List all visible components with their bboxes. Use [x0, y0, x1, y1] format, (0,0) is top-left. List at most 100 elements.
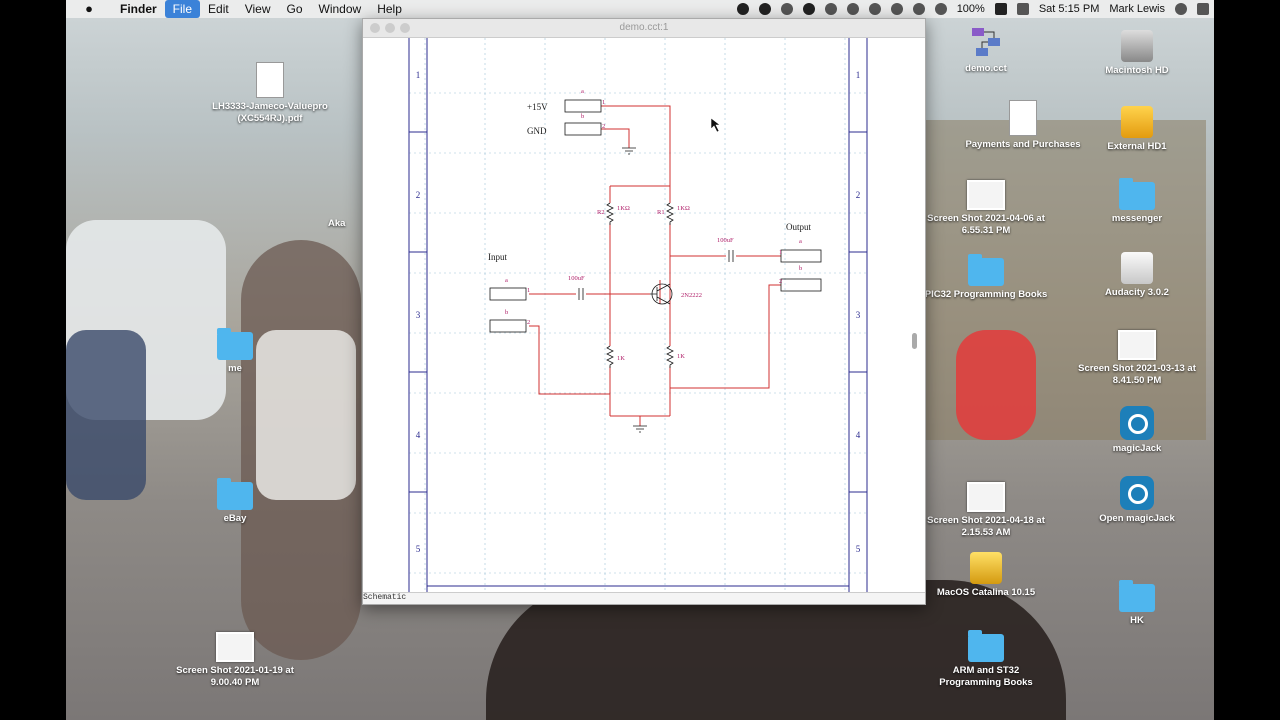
row-label-5-left: 5 — [416, 544, 421, 554]
screenshot-icon — [967, 180, 1005, 210]
desktop-icon-label: Screen Shot 2021-03-13 at 8.41.50 PM — [1078, 363, 1196, 386]
menu-finder[interactable]: Finder — [112, 0, 165, 18]
window-titlebar[interactable]: demo.cct:1 — [363, 19, 925, 38]
desktop-icon-label: ARM and ST32 Programming Books — [939, 665, 1033, 688]
screenshot-icon — [216, 632, 254, 662]
sheet-border — [408, 38, 868, 594]
menu-window[interactable]: Window — [311, 0, 370, 18]
ref-r2: R2 — [597, 209, 605, 216]
calendar-icon[interactable] — [1016, 3, 1029, 15]
apple-icon[interactable]: ● — [66, 0, 112, 18]
pin-label-b-input: b — [505, 309, 508, 316]
sheet-grid — [409, 38, 867, 594]
desktop-icon-label: Audacity 3.0.2 — [1105, 287, 1169, 298]
desktop-icon-screenshot-0418[interactable]: Screen Shot 2021-04-18 at 2.15.53 AM — [921, 482, 1051, 539]
schematic-window[interactable]: demo.cct:1 1 2 3 4 5 1 2 3 4 5 +15V GND … — [362, 18, 926, 605]
desktop-icon-macos-catalina[interactable]: MacOS Catalina 10.15 — [921, 552, 1051, 599]
pin-label-a-supply: a — [581, 88, 584, 95]
desktop-icon-hk[interactable]: HK — [1072, 580, 1202, 627]
desktop-icon-partial[interactable]: Aka — [328, 218, 358, 230]
desktop-icon-label: PIC32 Programming Books — [924, 289, 1048, 300]
desktop-icon-external-hd1[interactable]: External HD1 — [1072, 106, 1202, 153]
minimize-button[interactable] — [385, 23, 395, 33]
desktop-icon-arm-books[interactable]: ARM and ST32 Programming Books — [921, 630, 1051, 689]
desktop: ● Finder File Edit View Go Window Help 1… — [66, 0, 1214, 720]
schematic-canvas[interactable]: 1 2 3 4 5 1 2 3 4 5 +15V GND Input Outpu… — [363, 38, 918, 594]
label-input: Input — [488, 252, 507, 262]
rtf-document-icon — [1009, 100, 1037, 136]
pin-label-a-output: a — [799, 238, 802, 245]
battery-percent[interactable]: 100% — [957, 3, 985, 15]
time-machine-icon[interactable] — [846, 3, 859, 15]
folder-icon — [968, 630, 1004, 662]
desktop-icon-payments[interactable]: Payments and Purchases — [958, 100, 1088, 151]
bluetooth-icon[interactable] — [868, 3, 881, 15]
battery-icon[interactable] — [994, 3, 1007, 15]
installer-drive-icon — [970, 552, 1002, 584]
desktop-icon-demo-cct[interactable]: demo.cct — [921, 24, 1051, 75]
desktop-icon-pic32-books[interactable]: PIC32 Programming Books — [921, 254, 1051, 301]
pin-label-b-output: b — [799, 265, 802, 272]
m-app-icon[interactable] — [802, 3, 815, 15]
resistor-r1 — [666, 202, 674, 225]
menu-go[interactable]: Go — [279, 0, 311, 18]
desktop-icon-screenshot-0406[interactable]: Screen Shot 2021-04-06 at 6.55.31 PM — [921, 180, 1051, 237]
desktop-icon-macintosh-hd[interactable]: Macintosh HD — [1072, 30, 1202, 77]
pin-label-b-gnd: b — [581, 113, 584, 120]
spotlight-search-icon[interactable] — [1175, 3, 1187, 15]
desktop-icon-screenshot-0313[interactable]: Screen Shot 2021-03-13 at 8.41.50 PM — [1072, 330, 1202, 387]
desktop-icon-label: messenger — [1111, 213, 1163, 224]
value-c-output: 100uF — [717, 237, 734, 244]
row-label-4-right: 4 — [856, 430, 861, 440]
desktop-icon-ebay[interactable]: eBay — [170, 478, 300, 525]
volume-icon[interactable] — [934, 3, 947, 15]
desktop-icon-screenshot-0119[interactable]: Screen Shot 2021-01-19 at 9.00.40 PM — [170, 632, 300, 689]
terminal-output-b — [780, 278, 822, 292]
terminal-plus15v — [564, 99, 602, 113]
record-icon[interactable] — [736, 3, 749, 15]
folder-icon — [217, 478, 253, 510]
pin-number-2-gnd: 2 — [602, 123, 605, 130]
menu-file[interactable]: File — [164, 0, 201, 18]
clock[interactable]: Sat 5:15 PM — [1039, 3, 1100, 15]
value-r3: 1K — [617, 355, 625, 362]
airplay-icon[interactable] — [912, 3, 925, 15]
capacitor-input — [578, 288, 584, 300]
desktop-icon-messenger[interactable]: messenger — [1072, 178, 1202, 225]
wifi-icon[interactable] — [890, 3, 903, 15]
wallpaper-car-dark — [66, 330, 146, 500]
desktop-icon-label: Aka — [328, 218, 346, 229]
zoom-button[interactable] — [400, 23, 410, 33]
pin-number-1-input: 1 — [527, 287, 530, 294]
folder-icon — [1119, 580, 1155, 612]
status-tray: 100% Sat 5:15 PM Mark Lewis — [732, 0, 1214, 18]
folder-icon — [1119, 178, 1155, 210]
desktop-icon-me[interactable]: me — [170, 328, 300, 375]
label-supply: +15V — [527, 102, 548, 112]
menu-help[interactable]: Help — [369, 0, 410, 18]
terminal-gnd — [564, 122, 602, 136]
desktop-icon-magicjack[interactable]: magicJack — [1072, 406, 1202, 455]
desktop-icon-pdf[interactable]: LH3333-Jameco-Valuepro (XC554RJ).pdf — [205, 62, 335, 125]
desktop-icon-open-magicjack[interactable]: Open magicJack — [1072, 476, 1202, 525]
menu-edit[interactable]: Edit — [200, 0, 237, 18]
value-r1: 1KΩ — [677, 205, 690, 212]
dropbox-icon[interactable] — [824, 3, 837, 15]
notification-center-icon[interactable] — [1197, 3, 1209, 15]
capacitor-output — [728, 250, 734, 262]
vertical-scrollbar[interactable] — [912, 333, 917, 349]
mouse-cursor-icon — [710, 117, 721, 133]
terminal-input-a — [489, 287, 527, 301]
row-label-3-left: 3 — [416, 310, 421, 320]
value-r4: 1K — [677, 353, 685, 360]
cloud-icon[interactable] — [780, 3, 793, 15]
ref-r1: R1 — [657, 209, 665, 216]
menu-bar: ● Finder File Edit View Go Window Help 1… — [66, 0, 1214, 18]
desktop-icon-audacity[interactable]: Audacity 3.0.2 — [1072, 252, 1202, 299]
close-button[interactable] — [370, 23, 380, 33]
desktop-icon-label: Screen Shot 2021-01-19 at 9.00.40 PM — [176, 665, 294, 688]
menu-view[interactable]: View — [237, 0, 279, 18]
stop-icon[interactable] — [758, 3, 771, 15]
user-name[interactable]: Mark Lewis — [1109, 3, 1165, 15]
resistor-r2 — [606, 202, 614, 225]
